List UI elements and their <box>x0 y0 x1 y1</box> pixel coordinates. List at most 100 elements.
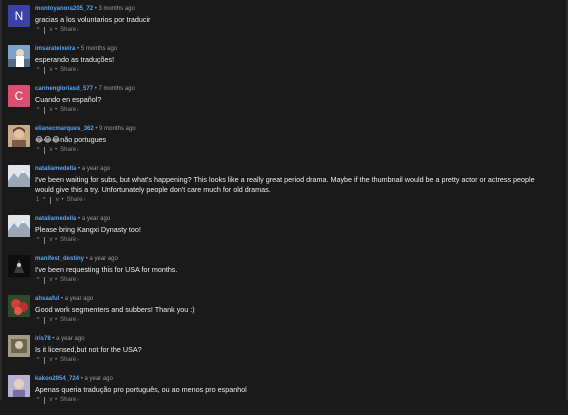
downvote-icon[interactable]: v <box>48 356 54 364</box>
comment-body: montoyanora205_72 • 3 months ago gracias… <box>35 5 560 34</box>
username-link[interactable]: kakoo2954_724 <box>35 376 79 382</box>
timestamp: a year ago <box>81 216 111 222</box>
timestamp: 9 months ago <box>99 126 136 132</box>
avatar[interactable] <box>8 255 30 277</box>
avatar[interactable]: C <box>8 85 30 107</box>
share-button[interactable]: Share› <box>66 196 85 204</box>
action-dot: • <box>55 277 58 283</box>
comment-text: Is it licensed,but not for the USA? <box>35 345 142 354</box>
upvote-icon[interactable]: ^ <box>35 106 41 114</box>
vote-divider <box>44 276 45 284</box>
avatar[interactable] <box>8 125 30 147</box>
action-dot: • <box>55 147 58 153</box>
action-dot: • <box>55 27 58 33</box>
upvote-icon[interactable]: ^ <box>35 316 41 324</box>
action-dot: • <box>61 197 64 203</box>
meta-dot: • <box>52 336 55 342</box>
username-link[interactable]: manifest_destiny <box>35 256 84 262</box>
comment-actions: ^ v • Share› <box>35 356 560 364</box>
username-link[interactable]: ahsaaful <box>35 296 59 302</box>
upvote-icon[interactable]: ^ <box>35 356 41 364</box>
comment-body: nataliamedella • a year ago Please bring… <box>35 215 560 244</box>
upvote-icon[interactable]: ^ <box>35 276 41 284</box>
timestamp: a year ago <box>81 166 111 172</box>
upvote-icon[interactable]: ^ <box>35 396 41 404</box>
share-label: Share <box>60 357 77 363</box>
avatar[interactable] <box>8 295 30 317</box>
comment-text: esperando as traduções! <box>35 55 115 64</box>
username-link[interactable]: iris78 <box>35 336 51 342</box>
avatar[interactable] <box>8 165 30 187</box>
comment-meta: nataliamedella • a year ago <box>35 165 560 173</box>
comment-text: Cuando en español? <box>35 95 102 104</box>
downvote-icon[interactable]: v <box>48 316 54 324</box>
chevron-right-icon: › <box>77 147 79 153</box>
username-link[interactable]: imsarateixeira <box>35 46 75 52</box>
comment-item: kakoo2954_724 • a year ago Apenas queria… <box>8 375 560 415</box>
share-button[interactable]: Share› <box>60 106 79 114</box>
action-dot: • <box>55 237 58 243</box>
comment-body: imsarateixeira • 5 months ago esperando … <box>35 45 560 74</box>
comment-body: manifest_destiny • a year ago I've been … <box>35 255 560 284</box>
comment-actions: ^ v • Share› <box>35 236 560 244</box>
action-dot: • <box>55 397 58 403</box>
comment-body: iris78 • a year ago Is it licensed,but n… <box>35 335 560 364</box>
comment-item: manifest_destiny • a year ago I've been … <box>8 255 560 295</box>
share-label: Share <box>60 317 77 323</box>
share-button[interactable]: Share› <box>60 66 79 74</box>
upvote-icon[interactable]: ^ <box>35 236 41 244</box>
comment-meta: iris78 • a year ago <box>35 335 560 343</box>
action-dot: • <box>55 67 58 73</box>
chevron-right-icon: › <box>77 357 79 363</box>
share-button[interactable]: Share› <box>60 356 79 364</box>
downvote-icon[interactable]: v <box>48 106 54 114</box>
timestamp: 7 months ago <box>98 86 135 92</box>
avatar[interactable]: N <box>8 5 30 27</box>
upvote-icon[interactable]: ^ <box>35 26 41 34</box>
share-button[interactable]: Share› <box>60 26 79 34</box>
downvote-icon[interactable]: v <box>48 26 54 34</box>
vote-divider <box>44 106 45 114</box>
share-button[interactable]: Share› <box>60 316 79 324</box>
share-label: Share <box>60 67 77 73</box>
comment-item: iris78 • a year ago Is it licensed,but n… <box>8 335 560 375</box>
comment-text: I've been requesting this for USA for mo… <box>35 265 178 274</box>
avatar[interactable] <box>8 335 30 357</box>
share-button[interactable]: Share› <box>60 276 79 284</box>
comment-item: nataliamedella • a year ago Please bring… <box>8 215 560 255</box>
username-link[interactable]: carmengloriasd_577 <box>35 86 93 92</box>
downvote-icon[interactable]: v <box>54 196 60 204</box>
share-button[interactable]: Share› <box>60 146 79 154</box>
share-label: Share <box>60 277 77 283</box>
timestamp: 5 months ago <box>80 46 118 52</box>
share-button[interactable]: Share› <box>60 396 79 404</box>
action-dot: • <box>55 357 58 363</box>
meta-dot: • <box>78 166 81 172</box>
upvote-icon[interactable]: ^ <box>35 66 41 74</box>
comment-meta: kakoo2954_724 • a year ago <box>35 375 560 383</box>
downvote-icon[interactable]: v <box>48 396 54 404</box>
comment-meta: imsarateixeira • 5 months ago <box>35 45 560 53</box>
meta-dot: • <box>61 296 64 302</box>
share-button[interactable]: Share› <box>60 236 79 244</box>
comment-item: C carmengloriasd_577 • 7 months ago Cuan… <box>8 85 560 125</box>
avatar[interactable] <box>8 45 30 67</box>
downvote-icon[interactable]: v <box>48 236 54 244</box>
username-link[interactable]: elianecmarques_362 <box>35 126 94 132</box>
username-link[interactable]: nataliamedella <box>35 166 76 172</box>
comment-actions: ^ v • Share› <box>35 106 560 114</box>
downvote-icon[interactable]: v <box>48 146 54 154</box>
downvote-icon[interactable]: v <box>48 66 54 74</box>
meta-dot: • <box>94 6 97 12</box>
downvote-icon[interactable]: v <box>48 276 54 284</box>
upvote-icon[interactable]: ^ <box>41 196 47 204</box>
upvote-icon[interactable]: ^ <box>35 146 41 154</box>
username-link[interactable]: montoyanora205_72 <box>35 6 93 12</box>
avatar[interactable] <box>8 215 30 237</box>
comment-actions: ^ v • Share› <box>35 146 560 154</box>
timestamp: a year ago <box>56 336 85 342</box>
vote-divider <box>44 396 45 404</box>
username-link[interactable]: nataliamedella <box>35 216 76 222</box>
avatar[interactable] <box>8 375 30 397</box>
vote-divider <box>50 196 52 204</box>
